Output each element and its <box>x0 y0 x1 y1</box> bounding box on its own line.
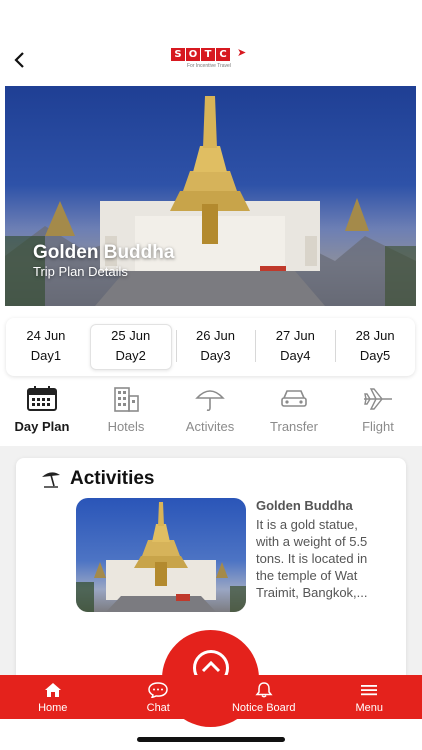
day-label: Day2 <box>115 348 146 363</box>
day-date: 27 Jun <box>275 328 315 343</box>
nav-label: Notice Board <box>231 702 296 714</box>
day-date: 25 Jun <box>111 328 151 343</box>
logo-letter: C <box>216 48 230 61</box>
home-icon <box>44 683 61 697</box>
logo-tagline: For Incentive Travel <box>187 63 231 69</box>
day-label: Day3 <box>200 348 231 363</box>
tab-label: Day Plan <box>14 419 70 434</box>
hero-subtitle: Trip Plan Details <box>33 264 128 279</box>
umbrella-icon <box>195 390 225 412</box>
hero-title: Golden Buddha <box>33 242 175 263</box>
calendar-icon <box>27 386 57 411</box>
nav-label: Chat <box>146 702 170 714</box>
day-tab[interactable]: 26 Jun Day3 <box>175 318 256 376</box>
activity-description: It is a gold statue, with a weight of 5.… <box>256 517 368 600</box>
tab-label: Hotels <box>107 419 145 434</box>
day-tab-selected[interactable]: 25 Jun Day2 <box>89 324 172 370</box>
tab-day-plan[interactable]: Day Plan <box>0 386 84 438</box>
activities-header: Activities <box>40 468 154 490</box>
tab-flight[interactable]: Flight <box>336 386 420 438</box>
day-date: 26 Jun <box>195 328 236 343</box>
day-selector: 24 Jun Day1 25 Jun Day2 26 Jun Day3 27 J… <box>6 318 415 376</box>
day-tab[interactable]: 27 Jun Day4 <box>255 318 335 376</box>
logo-letter: O <box>186 48 200 61</box>
menu-icon <box>361 685 378 696</box>
beach-umbrella-icon <box>42 472 60 488</box>
airplane-icon <box>364 388 392 410</box>
bottom-nav: Home Chat Notice Board Menu <box>0 675 422 719</box>
nav-notice-board[interactable]: Notice Board <box>211 675 317 719</box>
logo-letter: S <box>171 48 185 61</box>
chevron-left-icon <box>14 52 24 68</box>
logo-letter: T <box>201 48 215 61</box>
temple-thumbnail <box>76 502 246 612</box>
tab-label: Transfer <box>270 419 318 434</box>
building-icon <box>114 387 139 412</box>
tab-label: Flight <box>362 419 394 434</box>
category-tabs: Day Plan Hotels Activites Transfer Fligh… <box>0 386 422 438</box>
chat-icon <box>148 682 169 698</box>
tab-transfer[interactable]: Transfer <box>252 386 336 438</box>
day-tab[interactable]: 24 Jun Day1 <box>6 318 86 376</box>
day-label: Day4 <box>280 348 311 363</box>
car-icon <box>281 390 307 407</box>
logo-arrow-icon: ➤ <box>237 47 247 59</box>
day-label: Day1 <box>30 348 62 363</box>
nav-label: Home <box>38 702 68 714</box>
nav-home[interactable]: Home <box>0 675 106 719</box>
activity-image[interactable] <box>76 498 246 612</box>
tab-label: Activites <box>185 419 235 434</box>
hero-banner: Golden Buddha Trip Plan Details <box>5 86 416 306</box>
activity-name[interactable]: Golden Buddha <box>256 498 353 513</box>
app-header: S O T C ➤ For Incentive Travel <box>0 40 422 82</box>
tab-activities[interactable]: Activites <box>168 386 252 438</box>
home-indicator[interactable] <box>137 737 285 742</box>
day-label: Day5 <box>359 348 391 363</box>
section-title: Activities <box>70 468 155 489</box>
nav-chat[interactable]: Chat <box>106 675 212 719</box>
back-button[interactable] <box>8 48 32 72</box>
nav-menu[interactable]: Menu <box>317 675 422 719</box>
day-date: 28 Jun <box>355 328 395 343</box>
bell-icon <box>255 682 273 698</box>
day-date: 24 Jun <box>26 328 66 343</box>
tab-hotels[interactable]: Hotels <box>84 386 168 438</box>
sotc-logo: S O T C ➤ For Incentive Travel <box>171 47 249 74</box>
day-tab[interactable]: 28 Jun Day5 <box>335 318 415 376</box>
nav-label: Menu <box>355 702 384 714</box>
